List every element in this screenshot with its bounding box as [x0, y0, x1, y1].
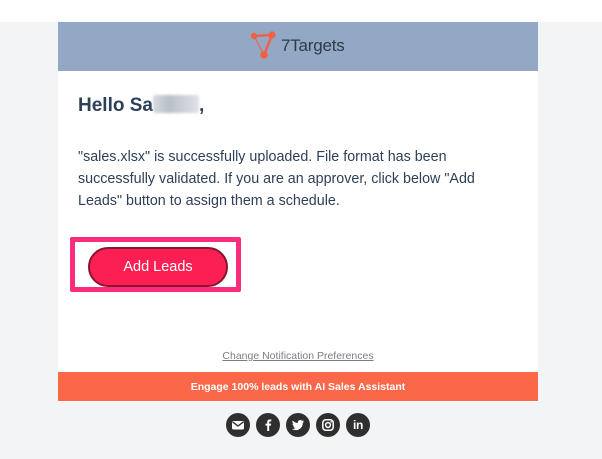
facebook-icon[interactable]	[256, 413, 280, 437]
greeting-suffix: ,	[198, 95, 205, 116]
redacted-name	[152, 95, 199, 113]
logo-mark-icon	[250, 31, 276, 59]
greeting-prefix: Hello Sa	[78, 95, 153, 116]
linkedin-glyph: in	[352, 418, 364, 432]
change-notification-preferences-link[interactable]: Change Notification Preferences	[58, 350, 538, 362]
promo-banner[interactable]: Engage 100% leads with AI Sales Assistan…	[58, 372, 538, 401]
brand-logo: 7Targets	[250, 31, 345, 61]
logo-text: 7Targets	[281, 36, 345, 55]
instagram-icon[interactable]	[316, 413, 340, 437]
upload-message: "sales.xlsx" is successfully uploaded. F…	[78, 149, 475, 209]
twitter-icon[interactable]	[286, 413, 310, 437]
greeting: Hello Sa,	[78, 95, 204, 117]
top-strip	[0, 0, 602, 22]
email-header: 7Targets	[58, 22, 538, 71]
add-leads-button[interactable]: Add Leads	[88, 247, 228, 287]
linkedin-icon[interactable]: in	[346, 413, 370, 437]
email-icon[interactable]	[226, 413, 250, 437]
social-links: in	[226, 413, 370, 437]
email-card: 7Targets Hello Sa, "sales.xlsx" is succe…	[58, 22, 538, 402]
